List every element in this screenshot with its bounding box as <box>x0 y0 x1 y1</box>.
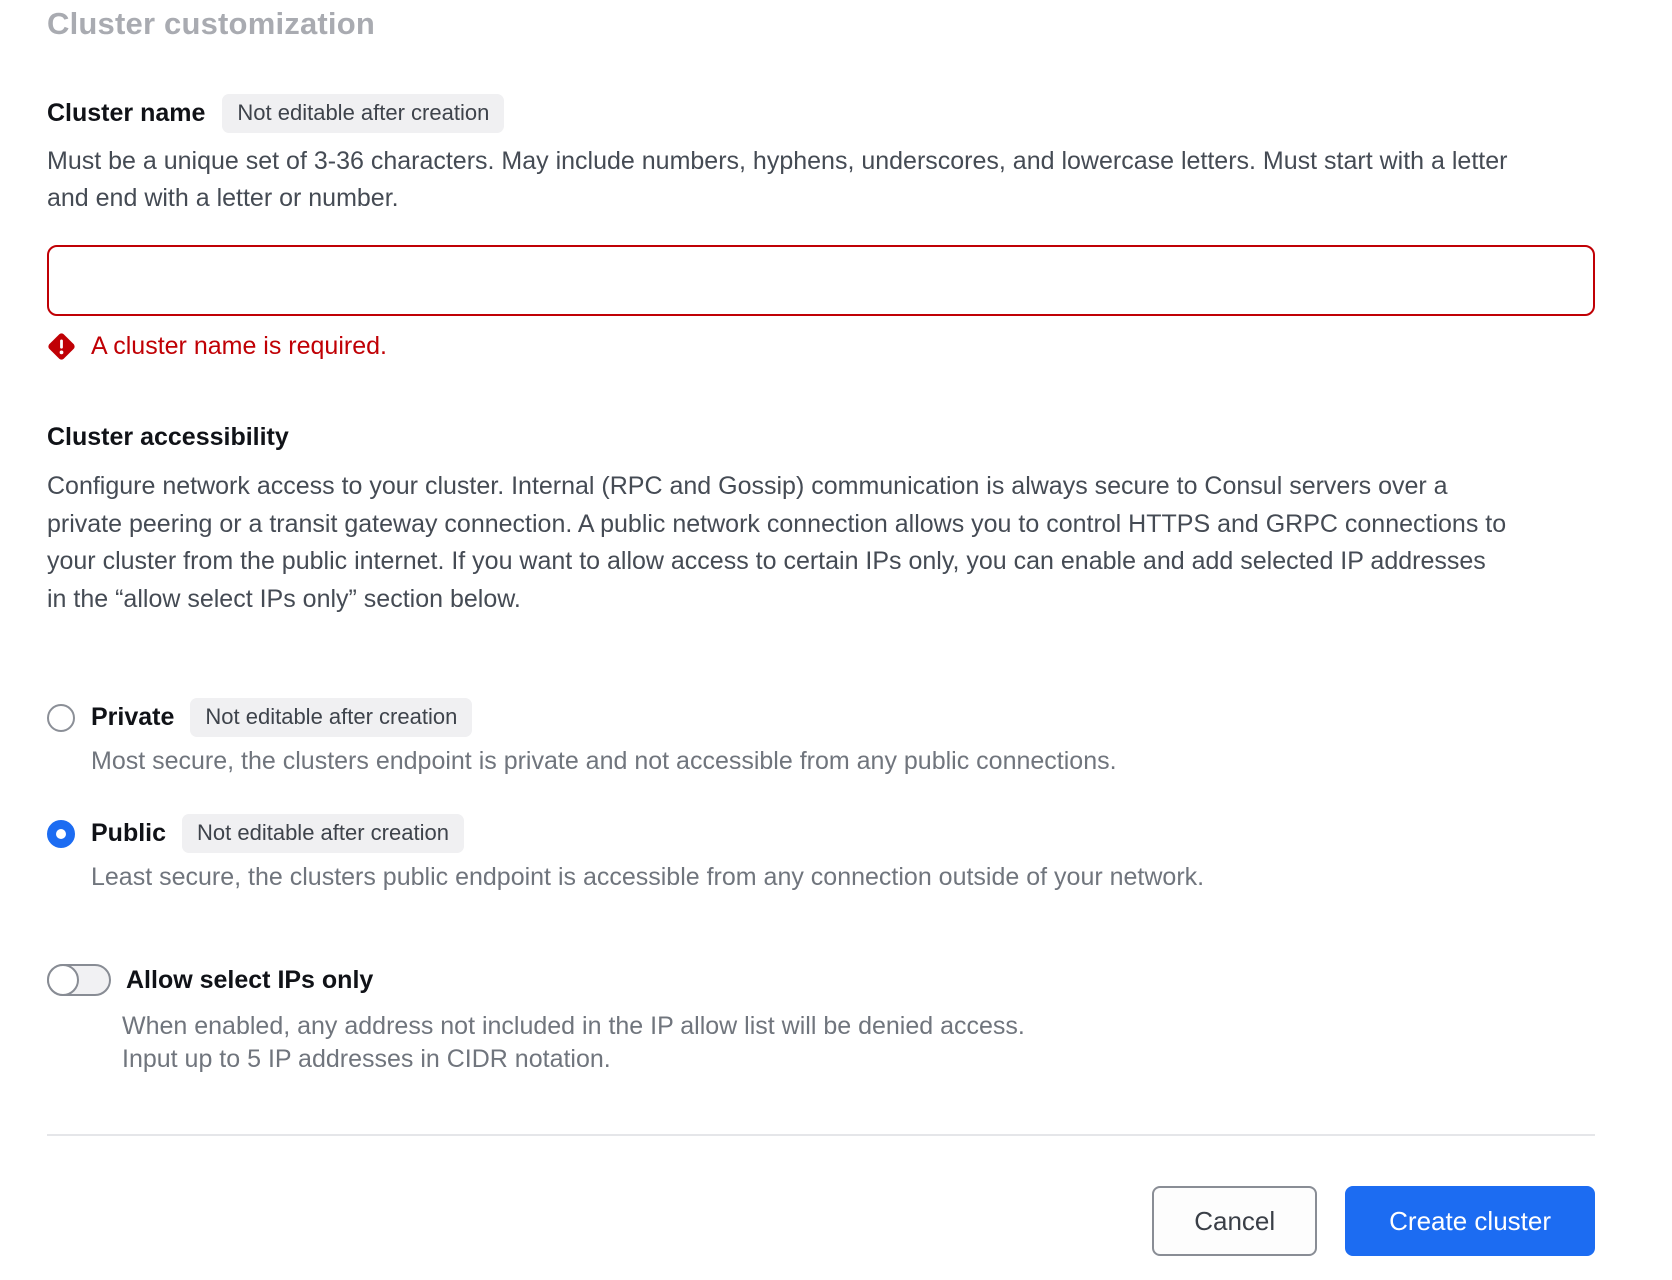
radio-private-description: Most secure, the clusters endpoint is pr… <box>91 747 1491 776</box>
cluster-name-input[interactable] <box>47 245 1595 316</box>
cluster-name-label: Cluster name <box>47 99 205 128</box>
allow-select-ips-row[interactable]: Allow select IPs only <box>47 964 1595 996</box>
cluster-accessibility-heading: Cluster accessibility <box>47 423 1595 452</box>
radio-private[interactable] <box>47 704 75 732</box>
cluster-accessibility-description: Configure network access to your cluster… <box>47 468 1507 618</box>
radio-public-description: Least secure, the clusters public endpoi… <box>91 863 1491 892</box>
radio-public[interactable] <box>47 820 75 848</box>
create-cluster-button[interactable]: Create cluster <box>1345 1186 1595 1256</box>
cluster-name-helper-text: Must be a unique set of 3-36 characters.… <box>47 143 1517 217</box>
cluster-name-not-editable-badge: Not editable after creation <box>222 94 504 133</box>
allow-select-ips-description-line1: When enabled, any address not included i… <box>122 1010 1422 1043</box>
cluster-customization-form: Cluster customization Cluster name Not e… <box>0 6 1672 1256</box>
alert-diamond-icon <box>47 332 76 361</box>
footer-divider <box>47 1134 1595 1136</box>
cluster-name-error-text: A cluster name is required. <box>91 332 387 361</box>
footer-actions: Cancel Create cluster <box>47 1186 1595 1256</box>
allow-select-ips-description: When enabled, any address not included i… <box>122 1010 1422 1076</box>
public-not-editable-badge: Not editable after creation <box>182 814 464 853</box>
radio-option-private[interactable]: Private Not editable after creation <box>47 698 1595 737</box>
cluster-name-label-row: Cluster name Not editable after creation <box>47 94 1595 133</box>
private-not-editable-badge: Not editable after creation <box>190 698 472 737</box>
cluster-name-error: A cluster name is required. <box>47 332 1595 361</box>
page-title: Cluster customization <box>47 6 1595 42</box>
radio-public-label[interactable]: Public <box>91 819 166 848</box>
radio-private-label[interactable]: Private <box>91 703 174 732</box>
radio-option-public[interactable]: Public Not editable after creation <box>47 814 1595 853</box>
allow-select-ips-label[interactable]: Allow select IPs only <box>126 966 373 995</box>
toggle-knob <box>47 964 79 996</box>
allow-select-ips-toggle[interactable] <box>47 964 111 996</box>
cancel-button[interactable]: Cancel <box>1152 1186 1317 1256</box>
allow-select-ips-description-line2: Input up to 5 IP addresses in CIDR notat… <box>122 1043 1422 1076</box>
